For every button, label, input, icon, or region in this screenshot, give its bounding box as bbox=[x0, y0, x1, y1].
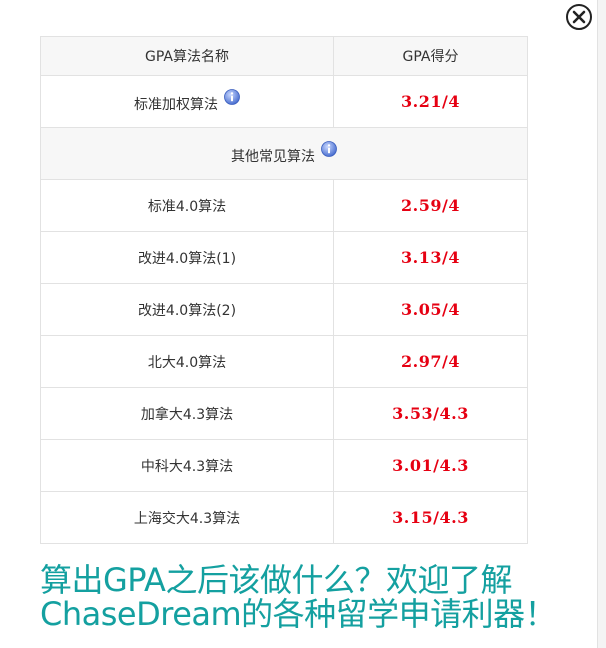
score-cell: 2.97/4 bbox=[333, 335, 528, 388]
method-cell: 上海交大4.3算法 bbox=[40, 491, 334, 544]
method-cell: 标准加权算法 bbox=[40, 75, 334, 128]
score-cell: 3.13/4 bbox=[333, 231, 528, 284]
promo-link[interactable]: 算出GPA之后该做什么？欢迎了解 ChaseDream的各种留学申请利器！ bbox=[40, 563, 560, 631]
score-cell: 3.53/4.3 bbox=[333, 387, 528, 440]
method-cell: 北大4.0算法 bbox=[40, 335, 334, 388]
header-method: GPA算法名称 bbox=[40, 36, 334, 76]
info-icon[interactable] bbox=[321, 141, 337, 157]
score-cell: 3.21/4 bbox=[333, 75, 528, 128]
table-row: 标准4.0算法 2.59/4 bbox=[40, 179, 528, 232]
section-label: 其他常见算法 bbox=[231, 149, 315, 165]
score-cell: 3.05/4 bbox=[333, 283, 528, 336]
method-cell: 标准4.0算法 bbox=[40, 179, 334, 232]
score-cell: 3.01/4.3 bbox=[333, 439, 528, 492]
score-value: 3.01/4.3 bbox=[392, 456, 469, 475]
table-section-row: 其他常见算法 bbox=[40, 127, 528, 180]
score-value: 2.97/4 bbox=[401, 352, 460, 371]
close-icon bbox=[572, 10, 586, 24]
method-cell: 改进4.0算法(1) bbox=[40, 231, 334, 284]
promo-line-2: ChaseDream的各种留学申请利器！ bbox=[40, 595, 557, 633]
table-row: 北大4.0算法 2.97/4 bbox=[40, 335, 528, 388]
background-page-edge bbox=[597, 0, 606, 648]
score-value: 3.05/4 bbox=[401, 300, 460, 319]
gpa-results-table: GPA算法名称 GPA得分 标准加权算法 3.21/4 其他常见算法 标准4.0… bbox=[40, 36, 528, 544]
table-row: 上海交大4.3算法 3.15/4.3 bbox=[40, 491, 528, 544]
table-row: 加拿大4.3算法 3.53/4.3 bbox=[40, 387, 528, 440]
score-value: 3.21/4 bbox=[401, 92, 460, 111]
promo-line-1: 算出GPA之后该做什么？欢迎了解 bbox=[40, 561, 512, 599]
table-row: 中科大4.3算法 3.01/4.3 bbox=[40, 439, 528, 492]
info-icon[interactable] bbox=[224, 89, 240, 105]
table-header-row: GPA算法名称 GPA得分 bbox=[40, 36, 528, 76]
method-cell: 中科大4.3算法 bbox=[40, 439, 334, 492]
close-button[interactable] bbox=[566, 4, 592, 30]
gpa-result-dialog: GPA算法名称 GPA得分 标准加权算法 3.21/4 其他常见算法 标准4.0… bbox=[0, 0, 596, 648]
score-value: 3.53/4.3 bbox=[392, 404, 469, 423]
score-value: 2.59/4 bbox=[401, 196, 460, 215]
method-label: 标准加权算法 bbox=[134, 97, 218, 113]
header-score: GPA得分 bbox=[333, 36, 528, 76]
method-cell: 改进4.0算法(2) bbox=[40, 283, 334, 336]
score-cell: 3.15/4.3 bbox=[333, 491, 528, 544]
table-row: 改进4.0算法(1) 3.13/4 bbox=[40, 231, 528, 284]
method-cell: 加拿大4.3算法 bbox=[40, 387, 334, 440]
score-value: 3.13/4 bbox=[401, 248, 460, 267]
score-value: 3.15/4.3 bbox=[392, 508, 469, 527]
score-cell: 2.59/4 bbox=[333, 179, 528, 232]
table-row: 改进4.0算法(2) 3.05/4 bbox=[40, 283, 528, 336]
table-row-primary: 标准加权算法 3.21/4 bbox=[40, 75, 528, 128]
section-cell: 其他常见算法 bbox=[40, 127, 528, 180]
